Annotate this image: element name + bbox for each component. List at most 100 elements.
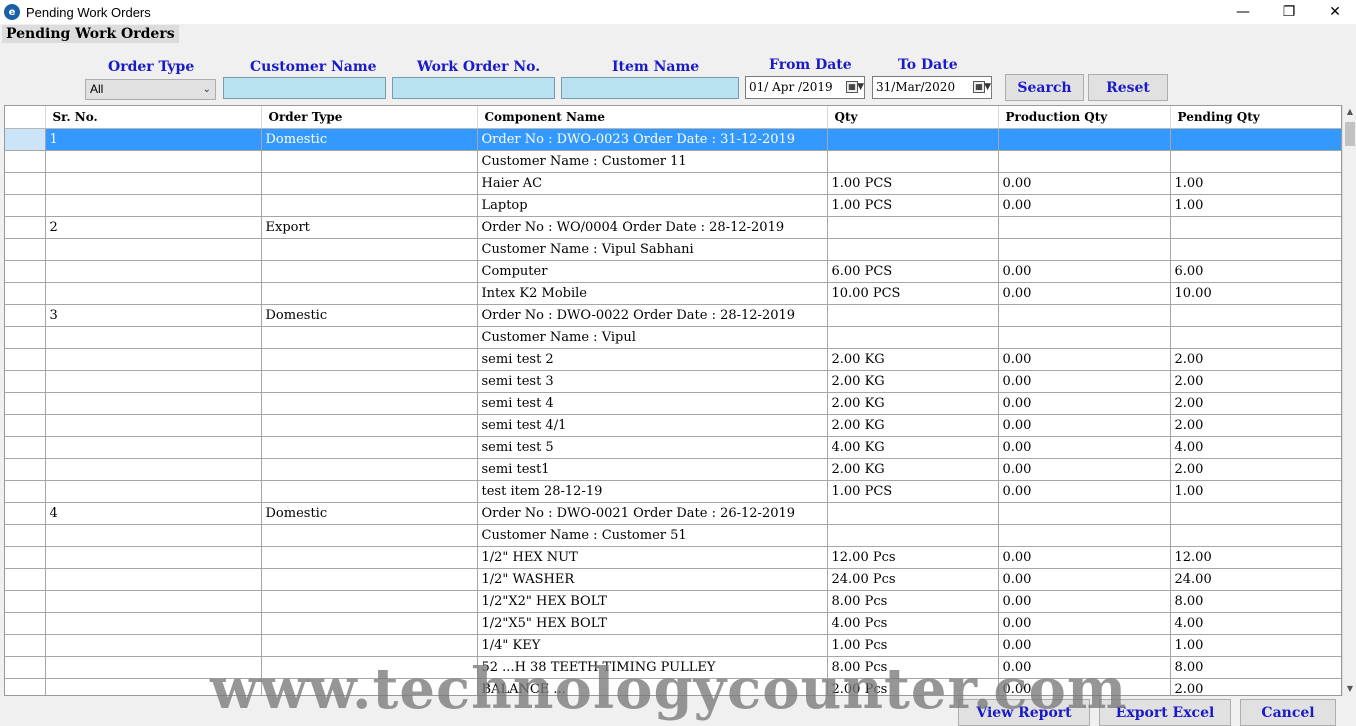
cell-component-name[interactable]: Laptop	[477, 194, 828, 217]
cell-pending-qty[interactable]: 4.00	[1170, 436, 1341, 459]
cell-order-type[interactable]	[261, 524, 478, 547]
cell-order-type[interactable]	[261, 612, 478, 635]
view-report-button[interactable]: View Report	[958, 699, 1090, 726]
cell-order-type[interactable]	[261, 150, 478, 173]
dropdown-arrow-icon[interactable]: ▼	[857, 77, 864, 98]
cell-order-type[interactable]	[261, 194, 478, 217]
cell-component-name[interactable]: Order No : WO/0004 Order Date : 28-12-20…	[477, 216, 828, 239]
cell-qty[interactable]: 6.00 PCS	[827, 260, 999, 283]
cell-sr-no[interactable]	[45, 150, 262, 173]
cell-pending-qty[interactable]: 1.00	[1170, 634, 1341, 657]
cell-order-type[interactable]	[261, 370, 478, 393]
cell-component-name[interactable]: 52 ...H 38 TEETH TIMING PULLEY	[477, 656, 828, 679]
cell-component-name[interactable]: Order No : DWO-0022 Order Date : 28-12-2…	[477, 304, 828, 327]
row-header[interactable]	[5, 260, 46, 283]
cell-production-qty[interactable]: 0.00	[998, 392, 1171, 415]
cell-pending-qty[interactable]: 1.00	[1170, 172, 1341, 195]
cell-production-qty[interactable]: 0.00	[998, 612, 1171, 635]
cell-order-type[interactable]: Domestic	[261, 502, 478, 525]
row-header[interactable]	[5, 678, 46, 695]
cell-production-qty[interactable]	[998, 128, 1171, 151]
cell-qty[interactable]: 1.00 PCS	[827, 480, 999, 503]
row-header[interactable]	[5, 370, 46, 393]
row-header[interactable]	[5, 436, 46, 459]
row-header[interactable]	[5, 502, 46, 525]
cell-sr-no[interactable]	[45, 656, 262, 679]
cell-production-qty[interactable]: 0.00	[998, 590, 1171, 613]
customer-name-input[interactable]	[223, 77, 386, 99]
table-row[interactable]: 1/4" KEY 1.00 Pcs 0.00 1.00	[5, 634, 1341, 657]
cell-pending-qty[interactable]: 2.00	[1170, 458, 1341, 481]
cell-qty[interactable]: 12.00 Pcs	[827, 546, 999, 569]
cell-pending-qty[interactable]	[1170, 238, 1341, 261]
table-row[interactable]: Customer Name : Customer 51	[5, 524, 1341, 547]
cell-order-type[interactable]	[261, 238, 478, 261]
cell-order-type[interactable]: Domestic	[261, 304, 478, 327]
cell-sr-no[interactable]	[45, 238, 262, 261]
cell-production-qty[interactable]: 0.00	[998, 172, 1171, 195]
cell-pending-qty[interactable]	[1170, 304, 1341, 327]
dropdown-arrow-icon[interactable]: ▼	[984, 77, 991, 98]
cell-component-name[interactable]: test item 28-12-19	[477, 480, 828, 503]
row-header[interactable]	[5, 656, 46, 679]
cell-qty[interactable]	[827, 216, 999, 239]
cell-production-qty[interactable]	[998, 524, 1171, 547]
cell-qty[interactable]: 1.00 PCS	[827, 172, 999, 195]
cell-sr-no[interactable]: 1	[45, 128, 262, 151]
table-row[interactable]: 1/2" HEX NUT 12.00 Pcs 0.00 12.00	[5, 546, 1341, 569]
cell-component-name[interactable]: Order No : DWO-0021 Order Date : 26-12-2…	[477, 502, 828, 525]
cell-component-name[interactable]: 1/2" WASHER	[477, 568, 828, 591]
cell-qty[interactable]: 1.00 PCS	[827, 194, 999, 217]
table-row[interactable]: Customer Name : Customer 11	[5, 150, 1341, 173]
cell-pending-qty[interactable]	[1170, 128, 1341, 151]
column-header-pending-qty[interactable]: Pending Qty	[1170, 106, 1341, 129]
cell-qty[interactable]: 2.00 KG	[827, 392, 999, 415]
cell-order-type[interactable]	[261, 634, 478, 657]
cell-sr-no[interactable]	[45, 634, 262, 657]
cell-qty[interactable]: 2.00 Pcs	[827, 678, 999, 695]
table-row[interactable]: BALANCE ... 2.00 Pcs 0.00 2.00	[5, 678, 1341, 695]
order-type-select[interactable]: All ⌄	[85, 79, 216, 100]
from-date-picker[interactable]: 01/ Apr /2019 ▦ ▼	[745, 76, 865, 99]
cell-component-name[interactable]: 1/2"X5" HEX BOLT	[477, 612, 828, 635]
cell-component-name[interactable]: Customer Name : Vipul Sabhani	[477, 238, 828, 261]
cell-pending-qty[interactable]: 4.00	[1170, 612, 1341, 635]
cell-sr-no[interactable]	[45, 392, 262, 415]
cell-sr-no[interactable]	[45, 524, 262, 547]
cell-order-type[interactable]	[261, 480, 478, 503]
cell-sr-no[interactable]	[45, 678, 262, 695]
cell-component-name[interactable]: Customer Name : Customer 51	[477, 524, 828, 547]
cell-sr-no[interactable]	[45, 436, 262, 459]
cell-sr-no[interactable]	[45, 282, 262, 305]
cell-order-type[interactable]	[261, 260, 478, 283]
table-row[interactable]: 2 Export Order No : WO/0004 Order Date : 2…	[5, 216, 1341, 239]
cell-component-name[interactable]: semi test1	[477, 458, 828, 481]
row-header[interactable]	[5, 238, 46, 261]
column-header-order-type[interactable]: Order Type	[261, 106, 478, 129]
cell-component-name[interactable]: 1/2" HEX NUT	[477, 546, 828, 569]
table-row[interactable]: test item 28-12-19 1.00 PCS 0.00 1.00	[5, 480, 1341, 503]
row-header[interactable]	[5, 150, 46, 173]
cell-qty[interactable]: 4.00 Pcs	[827, 612, 999, 635]
cell-component-name[interactable]: Intex K2 Mobile	[477, 282, 828, 305]
row-header[interactable]	[5, 590, 46, 613]
table-row[interactable]: Customer Name : Vipul Sabhani	[5, 238, 1341, 261]
row-header[interactable]	[5, 304, 46, 327]
cell-component-name[interactable]: Order No : DWO-0023 Order Date : 31-12-2…	[477, 128, 828, 151]
table-row[interactable]: semi test 4/1 2.00 KG 0.00 2.00	[5, 414, 1341, 437]
cell-production-qty[interactable]	[998, 326, 1171, 349]
cell-production-qty[interactable]: 0.00	[998, 568, 1171, 591]
row-header[interactable]	[5, 194, 46, 217]
cell-pending-qty[interactable]: 2.00	[1170, 370, 1341, 393]
cell-order-type[interactable]	[261, 326, 478, 349]
cell-production-qty[interactable]: 0.00	[998, 436, 1171, 459]
table-row[interactable]: 1/2"X2" HEX BOLT 8.00 Pcs 0.00 8.00	[5, 590, 1341, 613]
cell-pending-qty[interactable]: 2.00	[1170, 414, 1341, 437]
cell-production-qty[interactable]: 0.00	[998, 634, 1171, 657]
cell-component-name[interactable]: Customer Name : Vipul	[477, 326, 828, 349]
table-row[interactable]: semi test 4 2.00 KG 0.00 2.00	[5, 392, 1341, 415]
row-header[interactable]	[5, 634, 46, 657]
cell-sr-no[interactable]	[45, 370, 262, 393]
cell-pending-qty[interactable]: 2.00	[1170, 348, 1341, 371]
work-order-no-input[interactable]	[392, 77, 555, 99]
